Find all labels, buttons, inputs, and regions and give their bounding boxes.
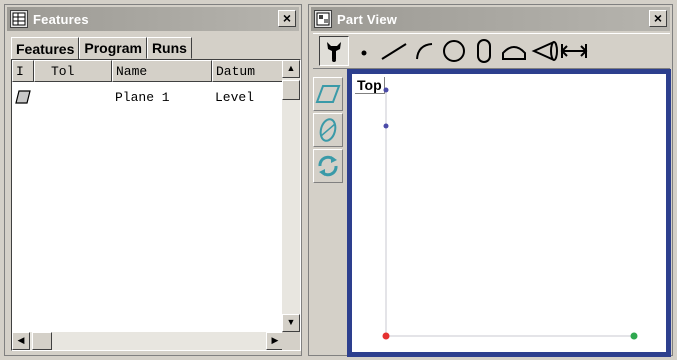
part-view-canvas[interactable]: Top [347, 69, 671, 357]
axis-marker-top [383, 87, 389, 93]
circle-icon [443, 40, 465, 62]
column-header-name[interactable]: Name [112, 60, 212, 82]
part-view-drawing [382, 87, 638, 340]
features-tabs: Features Program Runs [11, 37, 192, 59]
column-header-i[interactable]: I [12, 60, 34, 82]
distance-tool[interactable] [559, 36, 589, 66]
view-tilt-tool[interactable] [313, 113, 343, 147]
row-datum: Level [215, 89, 255, 105]
tilt-view-icon [319, 118, 337, 142]
part-view-window: Part View × Top [308, 4, 673, 357]
part-view-titlebar[interactable]: Part View × [311, 7, 670, 31]
scroll-up-button[interactable]: ▲ [282, 60, 300, 78]
part-view-window-icon [314, 10, 332, 28]
scroll-left-button[interactable]: ◀ [12, 332, 30, 350]
column-header-tol[interactable]: Tol [34, 60, 112, 82]
column-header-datum[interactable]: Datum [212, 60, 284, 82]
plane-feature-icon [12, 90, 34, 104]
features-window-icon [10, 10, 28, 28]
slot-tool[interactable] [469, 36, 499, 66]
scroll-down-button[interactable]: ▼ [282, 314, 300, 332]
cone-icon [531, 41, 558, 61]
circle-tool[interactable] [439, 36, 469, 66]
tab-program[interactable]: Program [79, 37, 147, 59]
horizontal-scrollbar[interactable]: ◀ ▶ [12, 332, 284, 350]
measure-toolbar [313, 33, 670, 69]
probe-icon [327, 42, 341, 62]
features-window-title: Features [33, 11, 89, 27]
line-tool[interactable] [379, 36, 409, 66]
plane-tool[interactable] [499, 36, 529, 66]
origin-point [382, 332, 390, 340]
features-close-button[interactable]: × [278, 10, 296, 27]
table-header: I Tol Name Datum [12, 60, 284, 82]
cone-tool[interactable] [529, 36, 559, 66]
probe-tool[interactable] [319, 36, 349, 66]
axis-marker-mid [383, 123, 389, 129]
arc-icon [416, 43, 433, 60]
view-side-toolbar [313, 77, 343, 185]
plane-icon [502, 46, 526, 60]
endpoint [630, 332, 638, 340]
arc-tool[interactable] [409, 36, 439, 66]
slot-icon [477, 39, 491, 63]
features-window: Features × Features Program Runs I Tol N… [4, 4, 302, 356]
tab-features[interactable]: Features [11, 37, 80, 59]
vertical-scrollbar[interactable]: ▲ ▼ [282, 60, 300, 332]
part-view-close-button[interactable]: × [649, 10, 667, 27]
tab-runs[interactable]: Runs [146, 37, 192, 59]
vertical-scroll-thumb[interactable] [282, 80, 300, 100]
part-view-window-title: Part View [337, 11, 398, 27]
row-name: Plane 1 [115, 89, 170, 105]
scroll-corner [282, 332, 300, 350]
view-rotate-tool[interactable] [313, 149, 343, 183]
line-icon [381, 43, 407, 60]
features-titlebar[interactable]: Features × [7, 7, 299, 31]
features-table: I Tol Name Datum Plane 1 Level ▲ ▼ ◀ ▶ [11, 59, 301, 351]
rotate-view-icon [318, 155, 338, 177]
point-icon [361, 50, 367, 56]
table-row[interactable]: Plane 1 Level [12, 86, 284, 108]
point-tool[interactable] [349, 36, 379, 66]
distance-icon [560, 44, 588, 58]
view-plane-tool[interactable] [313, 77, 343, 111]
horizontal-scroll-thumb[interactable] [32, 332, 52, 350]
plane-view-icon [315, 85, 341, 103]
